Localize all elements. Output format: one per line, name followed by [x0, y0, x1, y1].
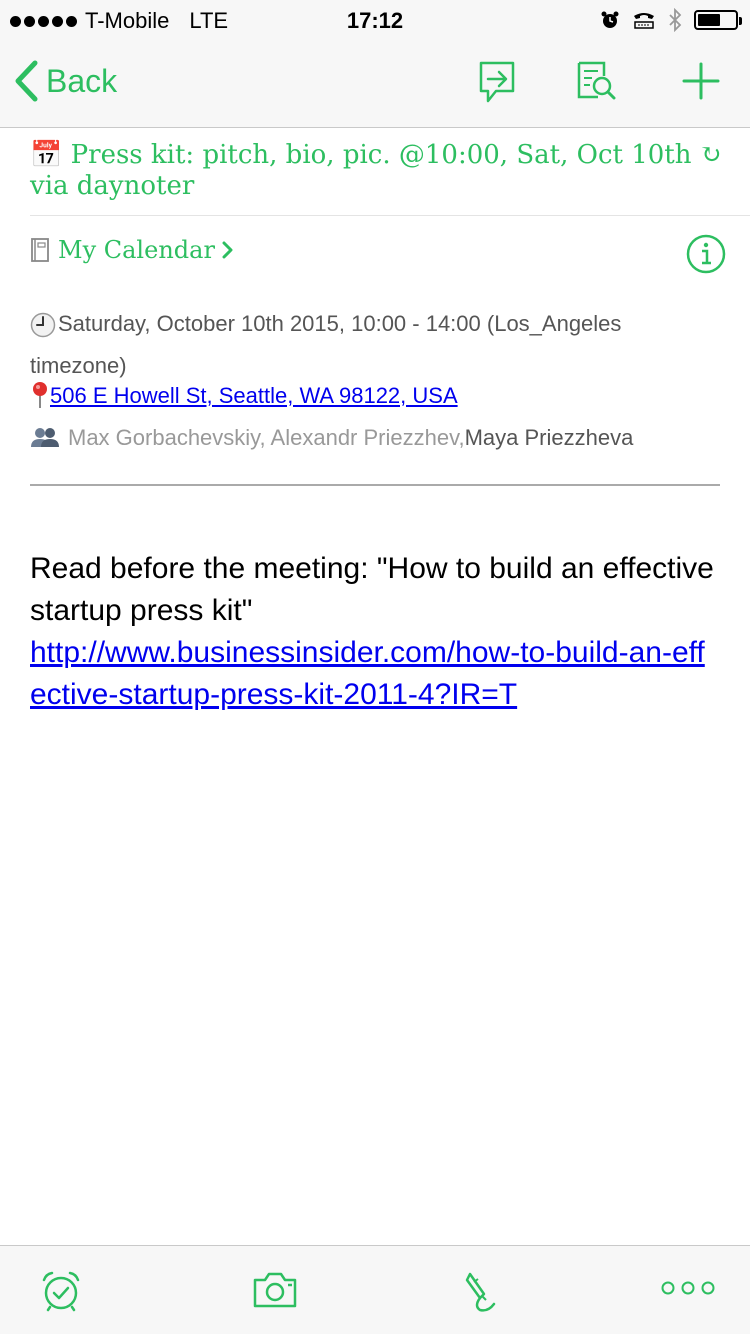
- note-body[interactable]: Read before the meeting: "How to build a…: [30, 548, 720, 716]
- back-label: Back: [46, 62, 118, 99]
- chevron-left-icon: [15, 60, 38, 102]
- article-link[interactable]: http://www.businessinsider.com/how-to-bu…: [30, 636, 705, 711]
- bottom-toolbar: [0, 1245, 750, 1334]
- notebook-selector[interactable]: My Calendar: [30, 236, 243, 264]
- title-divider: [30, 215, 750, 216]
- reminder-alarm-icon[interactable]: [40, 1270, 82, 1312]
- bluetooth-icon: [669, 8, 682, 32]
- notebook-name: My Calendar: [58, 236, 215, 264]
- clock-icon: [30, 312, 56, 338]
- event-time-text: Saturday, October 10th 2015, 10:00 - 14:…: [30, 311, 622, 378]
- note-body-text: Read before the meeting: "How to build a…: [30, 552, 714, 627]
- status-bar: T-Mobile LTE 17:12: [0, 0, 750, 40]
- info-icon[interactable]: [686, 234, 726, 274]
- more-icon[interactable]: [660, 1280, 716, 1296]
- event-time: Saturday, October 10th 2015, 10:00 - 14:…: [30, 303, 720, 387]
- pushpin-icon: [33, 382, 47, 408]
- location-link[interactable]: 506 E Howell St, Seattle, WA 98122, USA: [50, 383, 458, 408]
- battery-icon: [694, 10, 742, 30]
- attendee-names: Max Gorbachevskiy, Alexandr Priezzhev,: [68, 425, 465, 450]
- attendees: Max Gorbachevskiy, Alexandr Priezzhev, M…: [30, 425, 633, 451]
- chevron-right-icon: [222, 241, 233, 259]
- nav-bar: Back: [0, 40, 750, 128]
- camera-icon[interactable]: [252, 1270, 298, 1310]
- handwriting-icon[interactable]: [462, 1270, 498, 1312]
- content-divider: [30, 484, 720, 486]
- note-title-text: Press kit: pitch, bio, pic. @10:00, Sat,…: [30, 140, 722, 201]
- people-icon: [31, 428, 59, 447]
- event-location: 506 E Howell St, Seattle, WA 98122, USA: [30, 381, 458, 409]
- note-title[interactable]: 📅 Press kit: pitch, bio, pic. @10:00, Sa…: [30, 140, 730, 202]
- notebook-icon: [31, 238, 49, 262]
- tty-icon: [634, 13, 654, 29]
- alarm-clock-icon: [601, 11, 619, 28]
- status-right: [600, 8, 742, 32]
- calendar-emoji-icon: 📅: [30, 140, 63, 170]
- share-icon[interactable]: [478, 60, 516, 106]
- attendee-name-last: Maya Priezzheva: [464, 425, 634, 450]
- back-button[interactable]: Back: [14, 60, 117, 102]
- search-note-icon[interactable]: [576, 60, 616, 100]
- add-icon[interactable]: [682, 62, 720, 100]
